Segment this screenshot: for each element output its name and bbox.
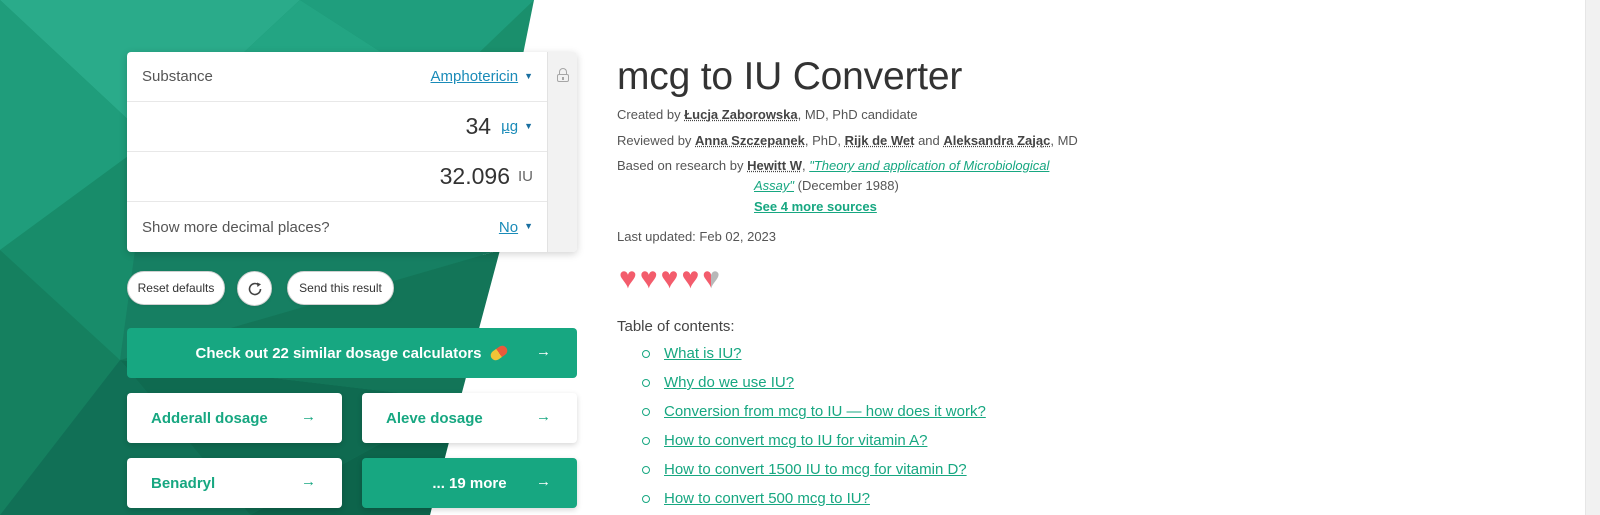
research-author-link[interactable]: Hewitt W [747, 158, 802, 173]
bullet-icon [642, 379, 650, 387]
research-date: (December 1988) [794, 178, 899, 193]
last-updated: Last updated: Feb 02, 2023 [617, 229, 777, 244]
created-suffix: , MD, PhD candidate [797, 107, 918, 122]
toc-item: Conversion from mcg to IU — how does it … [640, 403, 986, 432]
substance-row: Substance Amphotericin ▼ [127, 52, 547, 102]
page-title: mcg to IU Converter [617, 55, 963, 98]
author-link[interactable]: Łucja Zaborowska [684, 107, 797, 122]
bullet-icon [642, 466, 650, 474]
toc-link[interactable]: Why do we use IU? [664, 374, 794, 391]
research-title-link[interactable]: "Theory and application of Microbiologic… [809, 158, 1049, 173]
rating[interactable]: ♥ ♥ ♥ ♥ ♥ [619, 264, 723, 294]
decimal-value[interactable]: No [499, 219, 518, 236]
iu-input-group: 32.096 IU [440, 163, 533, 190]
mass-row: 34 µg ▼ [127, 102, 547, 152]
created-by: Created by Łucja Zaborowska, MD, PhD can… [617, 107, 918, 122]
tile-more[interactable]: ... 19 more → [362, 458, 577, 508]
similar-calculators-button[interactable]: Check out 22 similar dosage calculators … [127, 328, 577, 378]
mass-unit-select[interactable]: µg [501, 118, 518, 135]
reviewer-link[interactable]: Aleksandra Zając [943, 133, 1050, 148]
toc-item: How to convert 500 mcg to IU? [640, 490, 986, 515]
arrow-right-icon: → [536, 408, 551, 425]
calculator-card: Substance Amphotericin ▼ 34 µg ▼ 32.096 … [127, 52, 577, 252]
toc-link[interactable]: How to convert 500 mcg to IU? [664, 490, 870, 507]
scrollbar[interactable] [1585, 0, 1600, 515]
lock-column [547, 52, 577, 252]
more-sources: See 4 more sources [754, 199, 877, 214]
arrow-right-icon: → [301, 473, 316, 490]
research-title-link[interactable]: Assay" [754, 178, 794, 193]
decimal-label: Show more decimal places? [142, 218, 330, 236]
refresh-icon [248, 282, 261, 295]
decimal-row: Show more decimal places? No ▼ [127, 202, 547, 252]
reviewer-suffix: , MD [1050, 133, 1078, 148]
based-on-research: Based on research by Hewitt W, "Theory a… [617, 158, 1049, 173]
more-sources-link[interactable]: See 4 more sources [754, 199, 877, 214]
refresh-button[interactable] [237, 271, 272, 306]
chevron-down-icon: ▼ [524, 70, 533, 81]
toc-link[interactable]: Conversion from mcg to IU — how does it … [664, 403, 986, 420]
toc-link[interactable]: What is IU? [664, 345, 742, 362]
reviewer-link[interactable]: Rijk de Wet [845, 133, 915, 148]
table-of-contents: What is IU? Why do we use IU? Conversion… [640, 345, 986, 515]
mass-input-group: 34 µg ▼ [465, 113, 533, 140]
reviewer-link[interactable]: Anna Szczepanek [695, 133, 805, 148]
toc-link[interactable]: How to convert 1500 IU to mcg for vitami… [664, 461, 967, 478]
substance-value[interactable]: Amphotericin [431, 68, 519, 85]
chevron-down-icon: ▼ [524, 120, 533, 131]
calculator-rows: Substance Amphotericin ▼ 34 µg ▼ 32.096 … [127, 52, 547, 252]
heart-icon[interactable]: ♥ [640, 264, 658, 294]
bullet-icon [642, 495, 650, 503]
chevron-down-icon: ▼ [524, 221, 533, 231]
tile-label: ... 19 more [432, 474, 507, 492]
created-prefix: Created by [617, 107, 685, 122]
decimal-select[interactable]: No ▼ [499, 219, 533, 236]
reviewed-by: Reviewed by Anna Szczepanek, PhD, Rijk d… [617, 133, 1078, 148]
iu-unit: IU [518, 168, 533, 185]
arrow-right-icon: → [301, 408, 316, 425]
iu-input[interactable]: 32.096 [440, 163, 510, 190]
heart-icon[interactable]: ♥ [619, 264, 637, 294]
iu-row: 32.096 IU [127, 152, 547, 202]
send-result-button[interactable]: Send this result [287, 271, 394, 305]
tile-aleve-dosage[interactable]: Aleve dosage → [362, 393, 577, 443]
bullet-icon [642, 350, 650, 358]
half-heart-icon[interactable]: ♥ [702, 264, 720, 294]
reviewer-suffix: , PhD, [804, 133, 845, 148]
tile-label: Aleve dosage [386, 409, 483, 427]
tile-label: Adderall dosage [151, 409, 268, 427]
arrow-right-icon: → [536, 473, 551, 490]
bullet-icon [642, 437, 650, 445]
toc-item: How to convert 1500 IU to mcg for vitami… [640, 461, 986, 490]
toc-title: Table of contents: [617, 318, 735, 335]
toc-item: Why do we use IU? [640, 374, 986, 403]
reviewed-and: and [914, 133, 944, 148]
based-prefix: Based on research by [617, 158, 748, 173]
mass-input[interactable]: 34 [465, 113, 491, 140]
tile-adderall-dosage[interactable]: Adderall dosage → [127, 393, 342, 443]
toc-item: What is IU? [640, 345, 986, 374]
heart-icon[interactable]: ♥ [661, 264, 679, 294]
substance-select[interactable]: Amphotericin ▼ [431, 68, 533, 85]
toc-link[interactable]: How to convert mcg to IU for vitamin A? [664, 432, 927, 449]
based-on-research-line2: Assay" (December 1988) [754, 178, 899, 193]
reviewed-prefix: Reviewed by [617, 133, 696, 148]
bullet-icon [642, 408, 650, 416]
arrow-right-icon: → [536, 343, 551, 360]
tile-label: Benadryl [151, 474, 216, 492]
substance-label: Substance [142, 68, 213, 85]
heart-icon[interactable]: ♥ [681, 264, 699, 294]
reset-defaults-button[interactable]: Reset defaults [127, 271, 225, 305]
lock-icon[interactable] [557, 68, 569, 82]
similar-calculators-label: Check out 22 similar dosage calculators [195, 344, 482, 362]
tile-benadryl[interactable]: Benadryl → [127, 458, 342, 508]
toc-item: How to convert mcg to IU for vitamin A? [640, 432, 986, 461]
pill-icon [489, 343, 510, 363]
